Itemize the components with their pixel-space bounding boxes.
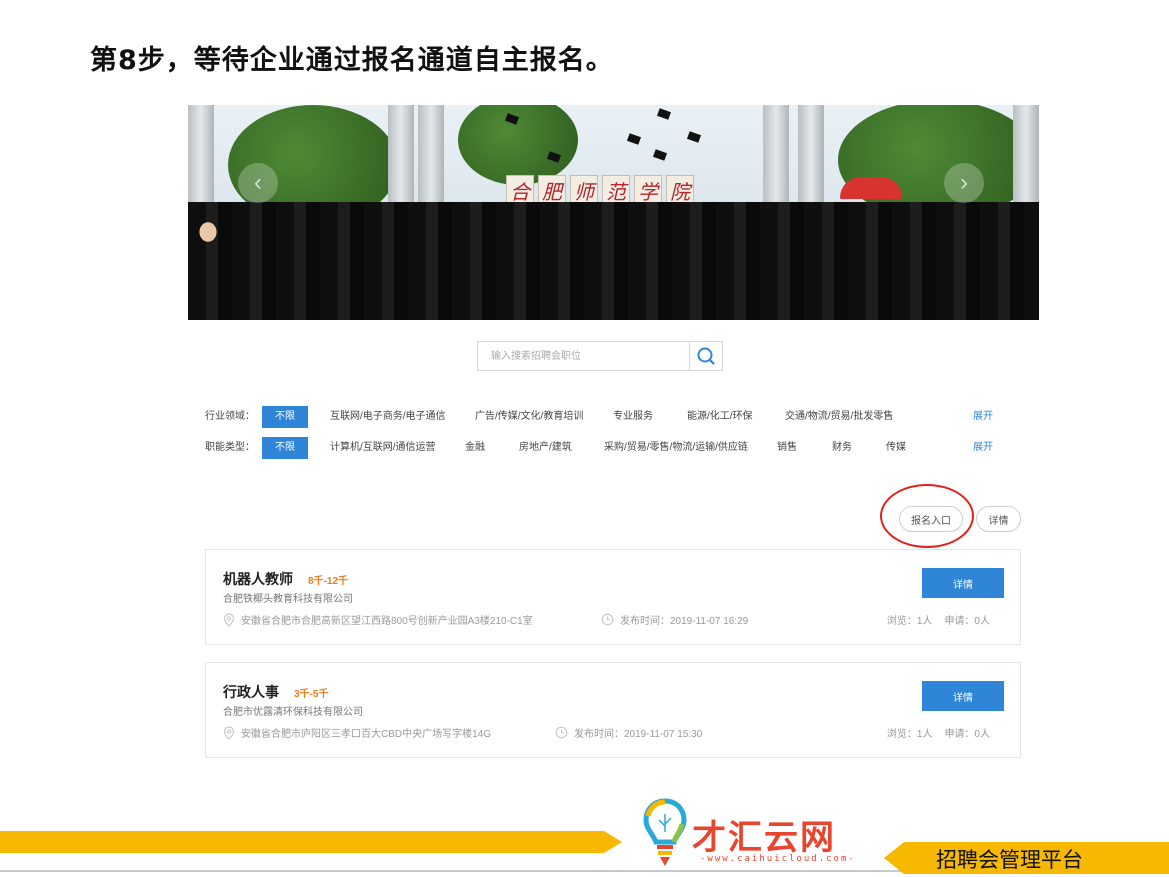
search-input[interactable] [478, 342, 690, 370]
sign-char: 学 [634, 175, 662, 205]
banner-crowd [188, 202, 1039, 320]
job-applies: 申请：0人 [944, 729, 990, 740]
filter-function-option[interactable]: 计算机/互联网/通信运营 [330, 437, 436, 459]
location-pin-icon [223, 725, 235, 740]
filter-function-option[interactable]: 金融 [465, 437, 485, 459]
sign-char: 肥 [538, 175, 566, 205]
job-views: 浏览：1人 [886, 616, 933, 627]
banner-next-arrow-icon[interactable]: › [944, 163, 984, 203]
job-company[interactable]: 合肥市优露清环保科技有限公司 [223, 703, 363, 718]
filter-industry-all[interactable]: 不限 [262, 406, 308, 428]
brand-name: 才汇云网 [692, 818, 836, 858]
banner-school-sign: 合 肥 师 范 学 院 [506, 175, 694, 205]
filter-function-label: 职能类型： [205, 442, 255, 453]
job-address: 安徽省合肥市庐阳区三孝口百大CBD中央广场写字楼14G [223, 725, 491, 740]
job-card[interactable]: 机器人教师 8千-12千 合肥铁椰头教育科技有限公司 安徽省合肥市合肥高新区望江… [205, 549, 1021, 645]
filter-industry-option[interactable]: 交通/物流/贸易/批发零售 [785, 406, 893, 428]
job-address-text: 安徽省合肥市合肥高新区望江西路800号创新产业园A3楼210-C1室 [241, 616, 533, 627]
filter-function-expand[interactable]: 展开 [973, 437, 993, 459]
filter-industry-option[interactable]: 专业服务 [613, 406, 653, 428]
sign-char: 合 [506, 175, 534, 205]
filter-function-option[interactable]: 采购/贸易/零售/物流/运输/供应链 [604, 437, 748, 459]
job-title[interactable]: 行政人事 [223, 682, 279, 702]
job-views: 浏览：1人 [886, 729, 933, 740]
filter-function-all[interactable]: 不限 [262, 437, 308, 459]
clock-icon [555, 726, 568, 739]
job-publish-time: 发布时间：2019-11-07 16:29 [601, 612, 748, 627]
job-salary: 8千-12千 [308, 576, 349, 587]
sign-char: 院 [666, 175, 694, 205]
filter-function-option[interactable]: 销售 [777, 437, 797, 459]
lightbulb-logo-icon [643, 798, 687, 866]
filter-industry-option[interactable]: 广告/传媒/文化/教育培训 [475, 406, 583, 428]
job-address-text: 安徽省合肥市庐阳区三孝口百大CBD中央广场写字楼14G [241, 729, 492, 740]
highlight-circle [880, 484, 974, 548]
job-publish-text: 发布时间：2019-11-07 16:29 [620, 616, 749, 627]
search-icon [697, 347, 715, 365]
slide-title: 第8步，等待企业通过报名通道自主报名。 [90, 45, 614, 76]
job-publish-text: 发布时间：2019-11-07 15:30 [574, 729, 703, 740]
filter-function: 职能类型： 不限 计算机/互联网/通信运营 金融 房地产/建筑 采购/贸易/零售… [205, 437, 1015, 459]
job-address: 安徽省合肥市合肥高新区望江西路800号创新产业园A3楼210-C1室 [223, 612, 533, 627]
job-detail-button[interactable]: 详情 [922, 681, 1004, 711]
platform-name: 招聘会管理平台 [936, 848, 1083, 872]
sign-char: 范 [602, 175, 630, 205]
job-applies: 申请：0人 [944, 616, 990, 627]
filter-function-option[interactable]: 传媒 [886, 437, 906, 459]
platform-label: 招聘会管理平台 [884, 842, 1169, 874]
sign-char: 师 [570, 175, 598, 205]
job-detail-button[interactable]: 详情 [922, 568, 1004, 598]
search-button[interactable] [689, 342, 722, 370]
location-pin-icon [223, 612, 235, 627]
filter-industry-expand[interactable]: 展开 [973, 406, 993, 428]
job-card[interactable]: 行政人事 3千-5千 合肥市优露清环保科技有限公司 安徽省合肥市庐阳区三孝口百大… [205, 662, 1021, 758]
brand-url: -www.caihuicloud.com- [700, 854, 856, 864]
filter-industry-label: 行业领域： [205, 411, 255, 422]
footer-yellow-bar [0, 831, 622, 853]
job-stats: 浏览：1人 申请：0人 [887, 725, 990, 740]
job-company[interactable]: 合肥铁椰头教育科技有限公司 [223, 590, 353, 605]
banner-carousel[interactable]: 合 肥 师 范 学 院 ‹ › [188, 105, 1039, 320]
banner-umbrella [840, 177, 902, 199]
banner-prev-arrow-icon[interactable]: ‹ [238, 163, 278, 203]
details-button[interactable]: 详情 [976, 506, 1021, 532]
filter-industry-option[interactable]: 能源/化工/环保 [687, 406, 753, 428]
filter-function-option[interactable]: 财务 [832, 437, 852, 459]
filter-industry: 行业领域： 不限 互联网/电子商务/电子通信 广告/传媒/文化/教育培训 专业服… [205, 406, 1015, 428]
job-title[interactable]: 机器人教师 [223, 569, 293, 589]
job-search-box [477, 341, 723, 371]
job-stats: 浏览：1人 申请：0人 [887, 612, 990, 627]
job-salary: 3千-5千 [294, 689, 329, 700]
filter-function-option[interactable]: 房地产/建筑 [519, 437, 572, 459]
brand-logo: 才汇云网 -www.caihuicloud.com- [642, 798, 872, 870]
clock-icon [601, 613, 614, 626]
job-publish-time: 发布时间：2019-11-07 15:30 [555, 725, 702, 740]
filter-industry-option[interactable]: 互联网/电子商务/电子通信 [330, 406, 446, 428]
